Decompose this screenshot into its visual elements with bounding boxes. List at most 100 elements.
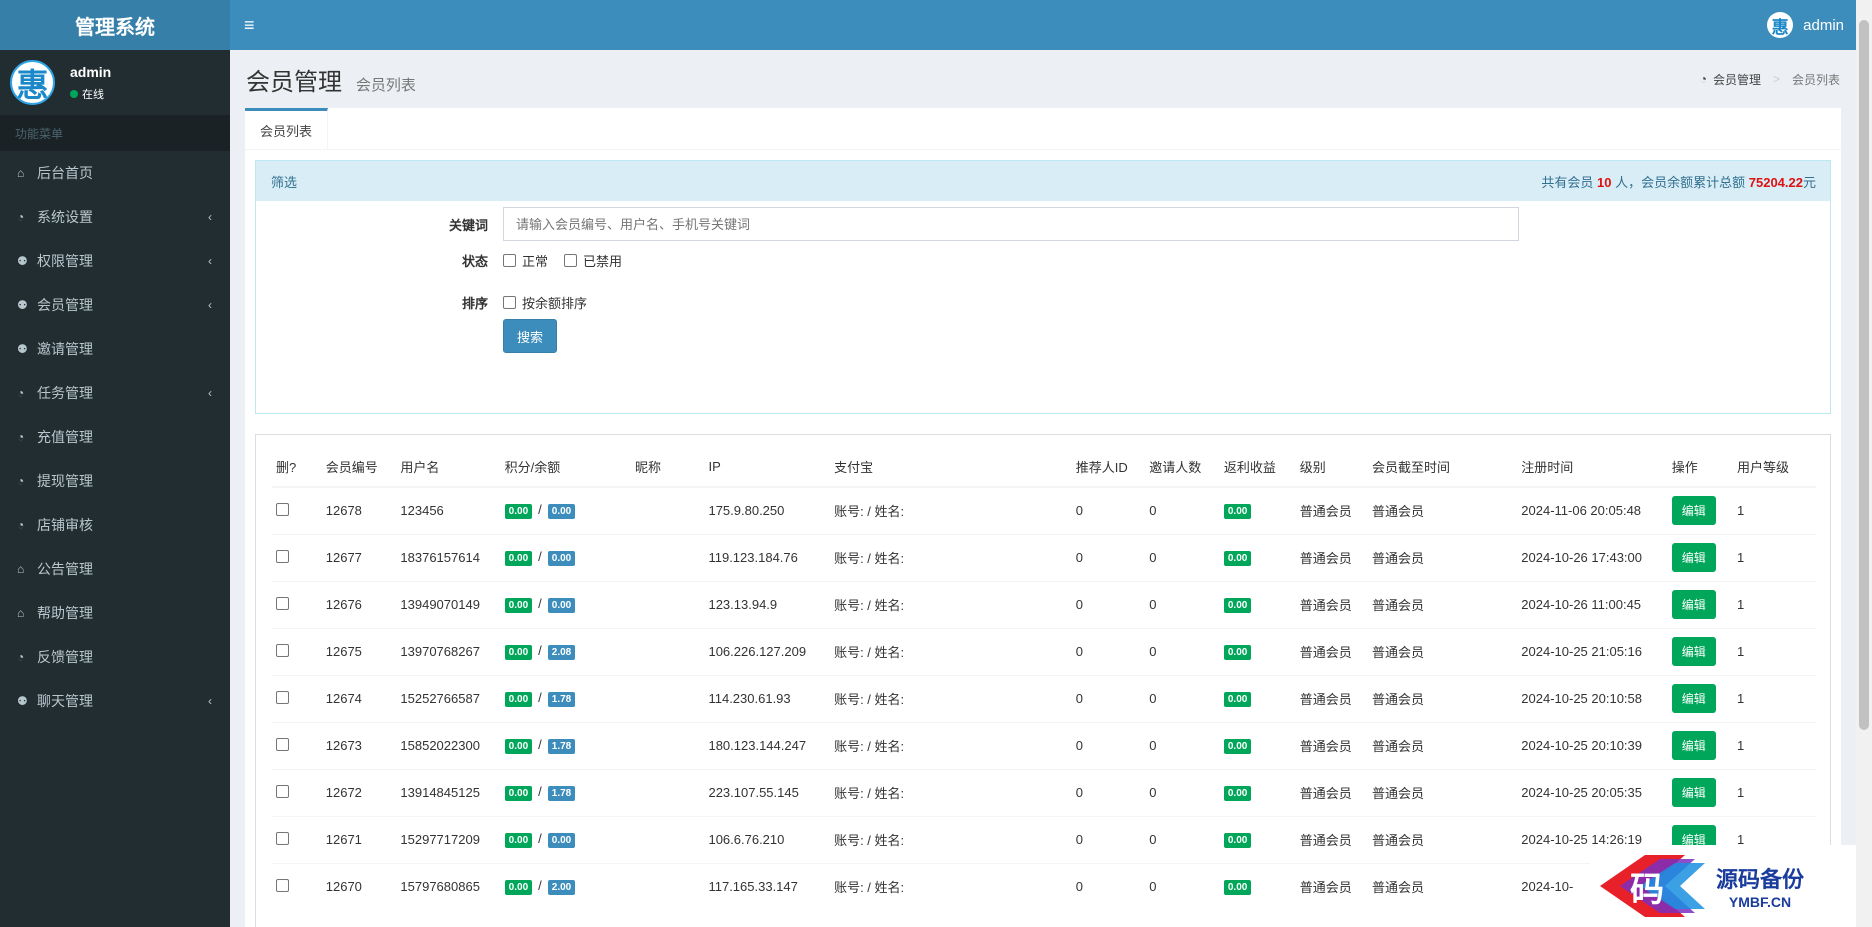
status-normal-checkbox[interactable]	[503, 254, 516, 267]
watermark-logo-char: 码	[1630, 870, 1664, 910]
status-normal-option[interactable]: 正常	[503, 251, 548, 270]
points-badge: 0.00	[504, 551, 533, 566]
sidebar-item[interactable]: ◔ 系统设置 ‹	[0, 195, 230, 239]
member-id: 12674	[321, 674, 397, 722]
status-disabled-option[interactable]: 已禁用	[564, 251, 622, 270]
delete-checkbox[interactable]	[276, 690, 289, 704]
delete-checkbox[interactable]	[276, 831, 289, 845]
ip-address: 175.9.80.250	[704, 486, 831, 534]
menu-header: 功能菜单	[0, 115, 230, 151]
referrer-id: 0	[1071, 627, 1146, 675]
referrer-id: 0	[1071, 486, 1146, 534]
rebate-badge: 0.00	[1223, 786, 1252, 801]
edit-button[interactable]: 编辑	[1671, 496, 1716, 526]
ip-address: 114.230.61.93	[704, 674, 831, 722]
dashboard-icon: ◔	[17, 474, 25, 488]
invite-count: 0	[1145, 580, 1220, 628]
sidebar-item[interactable]: ◔ 任务管理 ‹	[0, 371, 230, 415]
edit-button[interactable]: 编辑	[1671, 637, 1716, 666]
invite-count: 0	[1145, 486, 1220, 534]
balance-badge: 0.00	[547, 833, 576, 848]
sidebar-item[interactable]: ◔ 店铺审核	[0, 503, 230, 547]
member-level: 普通会员	[1295, 768, 1368, 816]
sidebar-item[interactable]: ◔ 提现管理	[0, 459, 230, 503]
sidebar-item[interactable]: ⌂ 后台首页	[0, 151, 230, 195]
tab-member-list[interactable]: 会员列表	[245, 108, 329, 149]
breadcrumb-home[interactable]: 会员管理	[1713, 71, 1761, 88]
search-button[interactable]: 搜索	[503, 319, 557, 353]
edit-button[interactable]: 编辑	[1671, 731, 1716, 760]
app-logo[interactable]: 管理系统	[0, 0, 230, 50]
rebate-badge: 0.00	[1223, 551, 1252, 566]
edit-button[interactable]: 编辑	[1671, 778, 1716, 807]
ip-address: 106.6.76.210	[704, 815, 831, 863]
sidebar-item[interactable]: ⚉ 聊天管理 ‹	[0, 679, 230, 723]
users-icon: ⚉	[17, 254, 28, 268]
sidebar-item[interactable]: ⚉ 会员管理 ‹	[0, 283, 230, 327]
sidebar-item-label: 邀请管理	[37, 341, 93, 357]
rebate-badge: 0.00	[1223, 833, 1252, 848]
sort-balance-option[interactable]: 按余额排序	[503, 293, 587, 312]
sidebar-item[interactable]: ⚉ 邀请管理	[0, 327, 230, 371]
rebate-badge: 0.00	[1223, 739, 1252, 754]
sidebar-item[interactable]: ⚉ 权限管理 ‹	[0, 239, 230, 283]
delete-checkbox[interactable]	[276, 784, 289, 798]
delete-cell	[272, 768, 322, 816]
chevron-left-icon: ‹	[208, 210, 212, 224]
nickname	[631, 486, 705, 534]
keyword-input[interactable]	[503, 207, 1519, 241]
member-id: 12678	[321, 486, 397, 534]
sidebar-avatar: 惠	[10, 60, 55, 105]
sidebar-item[interactable]: ◔ 充值管理	[0, 415, 230, 459]
action-cell: 编辑	[1667, 721, 1733, 769]
user-menu[interactable]: 惠 admin	[1767, 12, 1844, 38]
sort-balance-checkbox[interactable]	[503, 296, 516, 309]
delete-checkbox[interactable]	[276, 878, 289, 892]
delete-checkbox[interactable]	[276, 737, 289, 751]
edit-button[interactable]: 编辑	[1671, 543, 1716, 572]
username: 13914845125	[396, 768, 501, 816]
filter-header: 筛选 共有会员 10 人，会员余额累计总额 75204.22元	[256, 161, 1830, 201]
action-cell: 编辑	[1667, 768, 1733, 816]
ip-address: 117.165.33.147	[704, 862, 831, 910]
member-expire: 普通会员	[1367, 533, 1518, 581]
rebate-cell: 0.00	[1219, 815, 1296, 863]
page-scrollbar[interactable]	[1856, 0, 1872, 927]
username: 15297717209	[396, 815, 501, 863]
column-header: 级别	[1295, 447, 1368, 488]
nickname	[631, 768, 705, 816]
sort-row: 排序 按余额排序	[256, 293, 603, 312]
sidebar-item[interactable]: ◔ 反馈管理	[0, 635, 230, 679]
register-time: 2024-10-25 21:05:16	[1517, 627, 1668, 675]
status-disabled-checkbox[interactable]	[564, 254, 578, 267]
sidebar-item[interactable]: ⌂ 公告管理	[0, 547, 230, 591]
referrer-id: 0	[1071, 674, 1146, 722]
delete-cell	[272, 721, 322, 769]
balance-badge: 0.00	[547, 551, 576, 566]
scrollbar-thumb[interactable]	[1859, 20, 1869, 730]
member-count: 10	[1597, 174, 1612, 190]
points-badge: 0.00	[504, 833, 533, 848]
sidebar-toggle-icon[interactable]: ≡	[244, 15, 255, 36]
referrer-id: 0	[1071, 533, 1146, 581]
action-cell: 编辑	[1667, 580, 1733, 628]
delete-checkbox[interactable]	[276, 596, 289, 610]
home-icon: ⌂	[17, 166, 25, 180]
username: 15852022300	[396, 721, 501, 769]
delete-checkbox[interactable]	[276, 502, 289, 516]
sidebar-item[interactable]: ⌂ 帮助管理	[0, 591, 230, 635]
sidebar-item-label: 会员管理	[37, 297, 93, 313]
dashboard-icon: ◔	[1699, 72, 1707, 86]
points-badge: 0.00	[504, 645, 533, 660]
rebate-badge: 0.00	[1223, 504, 1252, 520]
delete-checkbox[interactable]	[276, 643, 289, 657]
delete-checkbox[interactable]	[276, 549, 289, 563]
edit-button[interactable]: 编辑	[1671, 590, 1716, 619]
nickname	[631, 862, 705, 910]
table-row: 12670 15797680865 0.00/2.00 117.165.33.147 账…	[272, 862, 1816, 910]
edit-button[interactable]: 编辑	[1671, 684, 1716, 713]
ip-address: 123.13.94.9	[704, 580, 831, 628]
column-header: 推荐人ID	[1071, 447, 1146, 488]
alipay-info: 账号: / 姓名:	[830, 627, 1072, 675]
table-row: 12678 123456 0.00/0.00 175.9.80.250 账号: / 姓名…	[272, 486, 1816, 534]
